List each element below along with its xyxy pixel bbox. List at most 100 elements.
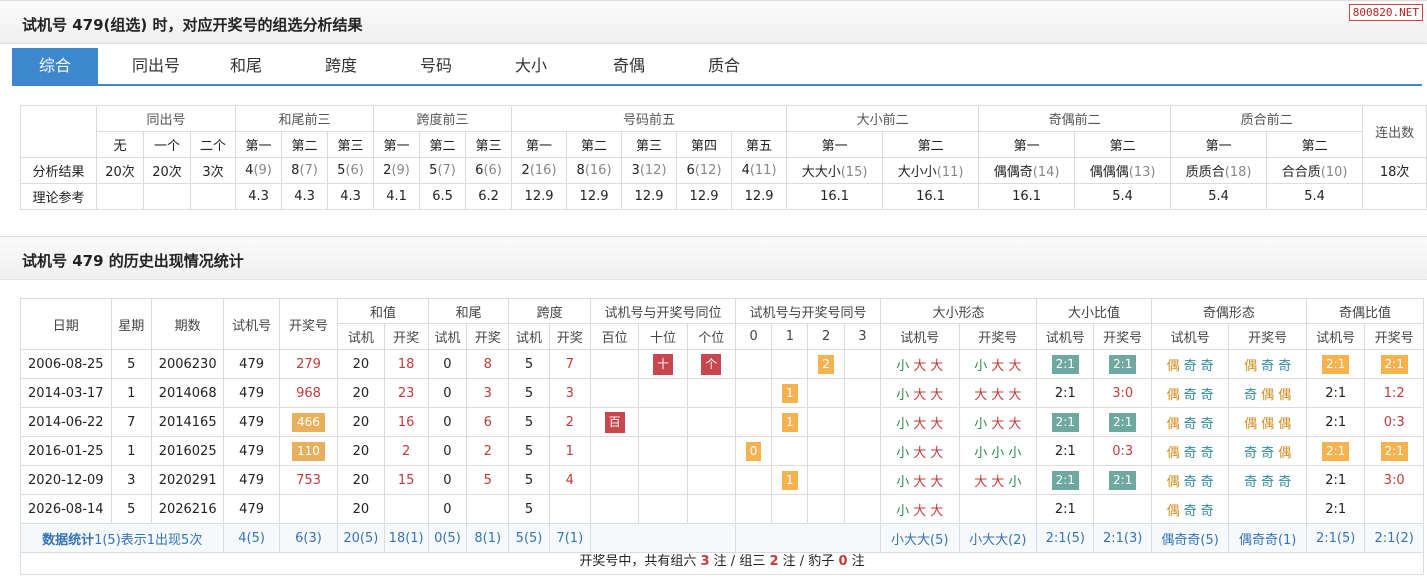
cell: 5: [508, 494, 550, 524]
tab-7[interactable]: 质合: [678, 48, 770, 84]
result-value: 20次: [152, 165, 182, 180]
value: 2026216: [158, 501, 217, 517]
cell: 3: [466, 378, 510, 408]
badge: 2:1: [1109, 354, 1137, 374]
result-cell: 大小小(11): [882, 157, 980, 184]
tab-2[interactable]: 和尾: [200, 48, 292, 84]
col-subheader: 开奖号: [1364, 323, 1424, 350]
tab-4[interactable]: 号码: [390, 48, 482, 84]
section-header-analysis: 试机号 479(组选) 时，对应开奖号的组选分析结果 800820.NET: [0, 0, 1427, 44]
cell: [771, 494, 809, 524]
badge: 十: [652, 353, 673, 375]
pattern-char: 奇: [1183, 474, 1197, 490]
table-row: 2016-01-25 1 2016025 479 110 20 2 0 2 5 1 0 小大大小小小 2:…: [20, 436, 1424, 466]
col-subheader: 试机: [508, 323, 550, 350]
value: 4: [565, 472, 574, 488]
result-cell: 合合质(10): [1266, 157, 1364, 184]
col-header: 大小形态: [879, 298, 1038, 324]
cell: 20: [337, 349, 385, 379]
value: 1:2: [1383, 385, 1405, 401]
value: 0: [443, 443, 452, 459]
pattern-char: 大: [930, 503, 944, 519]
cell: 20: [337, 494, 385, 524]
value: 3:0: [1383, 472, 1405, 488]
pattern-char: 偶: [1166, 445, 1180, 461]
value: 2: [483, 443, 492, 459]
cell: [589, 349, 640, 379]
cell: 2014165: [150, 407, 225, 437]
pattern-cell: 偶奇奇: [1150, 465, 1230, 495]
value: 0: [443, 385, 452, 401]
ref-cell: 6.5: [419, 183, 467, 210]
cell: 2:1: [1093, 349, 1152, 379]
value: 0: [443, 501, 452, 517]
result-cell: 5(6): [327, 157, 375, 184]
pattern-char: 偶: [1166, 358, 1180, 374]
result-value: 大大小: [801, 165, 841, 180]
ref-cell: [189, 183, 237, 210]
badge: 1: [782, 383, 798, 403]
value: 20: [352, 472, 370, 488]
pattern-char: 奇: [1261, 358, 1275, 374]
cell: [686, 494, 736, 524]
pattern-char: 奇: [1200, 387, 1214, 403]
badge: 110: [292, 441, 325, 461]
tab-6[interactable]: 奇偶: [580, 48, 678, 84]
value: 2014165: [158, 414, 217, 430]
cell: [734, 407, 773, 437]
cell: 2:1: [1093, 407, 1152, 437]
group-header: 号码前五: [511, 105, 788, 132]
result-cell: 3(12): [621, 157, 678, 184]
cell: 0: [427, 494, 468, 524]
value: 0: [443, 356, 452, 372]
sub-header: 第一: [1170, 131, 1268, 158]
ref-cell: 12.9: [731, 183, 788, 210]
pattern-char: 大: [930, 387, 944, 403]
value: 2:1: [1054, 443, 1076, 459]
pattern-cell: 偶奇奇: [1150, 494, 1230, 524]
value: 18: [397, 356, 415, 372]
cell: 479: [223, 349, 280, 379]
pattern-cell: 大大大: [958, 378, 1038, 408]
sub-header: 第二: [1266, 131, 1364, 158]
pattern-char: 偶: [1244, 416, 1258, 432]
col-header: 跨度: [508, 298, 591, 324]
value: 0:3: [1383, 414, 1405, 430]
cell: 16: [383, 407, 429, 437]
cell: 十: [638, 349, 688, 379]
result-count: (9): [253, 163, 272, 178]
tab-5[interactable]: 大小: [482, 48, 580, 84]
site-watermark: 800820.NET: [1348, 4, 1423, 21]
cell: 466: [278, 407, 339, 437]
cell: 2: [548, 407, 591, 437]
tab-1[interactable]: 同出号: [108, 48, 204, 84]
sub-header: 二个: [189, 131, 237, 158]
cell: 2:1: [1305, 465, 1366, 495]
cell: 2: [466, 436, 510, 466]
sub-header: 第一: [235, 131, 283, 158]
stats-note: 1(5)表示1出现5次: [94, 532, 203, 548]
cell: 1: [771, 378, 809, 408]
pattern-cell: 小大大: [879, 349, 960, 379]
pattern-cell: 小大大: [879, 407, 960, 437]
value: 479: [239, 385, 264, 401]
sub-header: 第一: [786, 131, 884, 158]
pattern-char: 大: [930, 358, 944, 374]
result-value: 20次: [105, 165, 135, 180]
cell: [734, 378, 773, 408]
result-count: (18): [1224, 165, 1252, 180]
value: 7: [127, 414, 136, 430]
tab-3[interactable]: 跨度: [292, 48, 390, 84]
tab-0[interactable]: 综合: [12, 48, 98, 84]
result-cell: 8(16): [566, 157, 623, 184]
pattern-char: 奇: [1261, 445, 1275, 461]
pattern-char: 大: [930, 445, 944, 461]
result-count: (10): [1320, 165, 1348, 180]
cell: [548, 494, 591, 524]
ref-cell: 12.9: [676, 183, 733, 210]
cell: 2:1: [1305, 378, 1366, 408]
value: 5: [127, 356, 136, 372]
cell: 110: [278, 436, 339, 466]
cell: 5: [110, 494, 152, 524]
result-count: (9): [391, 163, 410, 178]
